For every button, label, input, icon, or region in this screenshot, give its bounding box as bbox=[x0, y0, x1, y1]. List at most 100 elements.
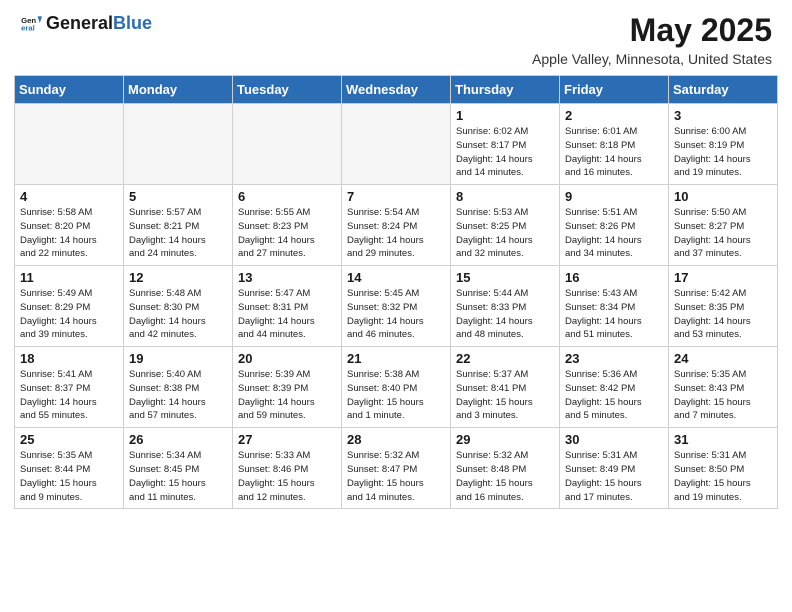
logo-blue-text: Blue bbox=[113, 13, 152, 33]
day-info: Sunrise: 5:43 AMSunset: 8:34 PMDaylight:… bbox=[565, 287, 663, 342]
day-number: 9 bbox=[565, 189, 663, 204]
title-block: May 2025 Apple Valley, Minnesota, United… bbox=[532, 12, 772, 67]
day-number: 13 bbox=[238, 270, 336, 285]
day-cell: 7 Sunrise: 5:54 AMSunset: 8:24 PMDaylight… bbox=[342, 185, 451, 266]
logo-icon: Gen eral bbox=[20, 12, 42, 34]
week-row-2: 4 Sunrise: 5:58 AMSunset: 8:20 PMDaylight… bbox=[15, 185, 778, 266]
day-info: Sunrise: 5:41 AMSunset: 8:37 PMDaylight:… bbox=[20, 368, 118, 423]
day-cell: 2 Sunrise: 6:01 AMSunset: 8:18 PMDaylight… bbox=[560, 104, 669, 185]
week-row-1: 1 Sunrise: 6:02 AMSunset: 8:17 PMDaylight… bbox=[15, 104, 778, 185]
logo-general-text: General bbox=[46, 13, 113, 33]
day-info: Sunrise: 5:50 AMSunset: 8:27 PMDaylight:… bbox=[674, 206, 772, 261]
day-number: 28 bbox=[347, 432, 445, 447]
day-info: Sunrise: 5:38 AMSunset: 8:40 PMDaylight:… bbox=[347, 368, 445, 423]
day-info: Sunrise: 5:35 AMSunset: 8:43 PMDaylight:… bbox=[674, 368, 772, 423]
day-number: 23 bbox=[565, 351, 663, 366]
day-info: Sunrise: 5:51 AMSunset: 8:26 PMDaylight:… bbox=[565, 206, 663, 261]
day-info: Sunrise: 5:31 AMSunset: 8:50 PMDaylight:… bbox=[674, 449, 772, 504]
day-cell: 27Sunrise: 5:33 AMSunset: 8:46 PMDayligh… bbox=[233, 428, 342, 509]
day-cell: 12Sunrise: 5:48 AMSunset: 8:30 PMDayligh… bbox=[124, 266, 233, 347]
weekday-header-sunday: Sunday bbox=[15, 76, 124, 104]
day-number: 24 bbox=[674, 351, 772, 366]
day-cell: 9 Sunrise: 5:51 AMSunset: 8:26 PMDaylight… bbox=[560, 185, 669, 266]
day-info: Sunrise: 5:42 AMSunset: 8:35 PMDaylight:… bbox=[674, 287, 772, 342]
day-cell: 19Sunrise: 5:40 AMSunset: 8:38 PMDayligh… bbox=[124, 347, 233, 428]
day-number: 25 bbox=[20, 432, 118, 447]
weekday-header-monday: Monday bbox=[124, 76, 233, 104]
day-number: 16 bbox=[565, 270, 663, 285]
day-info: Sunrise: 5:36 AMSunset: 8:42 PMDaylight:… bbox=[565, 368, 663, 423]
day-cell: 3 Sunrise: 6:00 AMSunset: 8:19 PMDaylight… bbox=[669, 104, 778, 185]
month-year-title: May 2025 bbox=[532, 12, 772, 49]
day-cell: 14 Sunrise: 5:45 AMSunset: 8:32 PMDayligh… bbox=[342, 266, 451, 347]
day-number: 21 bbox=[347, 351, 445, 366]
day-cell: 24 Sunrise: 5:35 AMSunset: 8:43 PMDayligh… bbox=[669, 347, 778, 428]
day-number: 18 bbox=[20, 351, 118, 366]
day-number: 10 bbox=[674, 189, 772, 204]
day-cell bbox=[124, 104, 233, 185]
day-cell: 26 Sunrise: 5:34 AMSunset: 8:45 PMDayligh… bbox=[124, 428, 233, 509]
day-cell bbox=[15, 104, 124, 185]
day-info: Sunrise: 5:55 AMSunset: 8:23 PMDaylight:… bbox=[238, 206, 336, 261]
week-row-3: 11 Sunrise: 5:49 AMSunset: 8:29 PMDayligh… bbox=[15, 266, 778, 347]
day-info: Sunrise: 5:57 AMSunset: 8:21 PMDaylight:… bbox=[129, 206, 227, 261]
day-cell: 23 Sunrise: 5:36 AMSunset: 8:42 PMDayligh… bbox=[560, 347, 669, 428]
day-cell: 18 Sunrise: 5:41 AMSunset: 8:37 PMDayligh… bbox=[15, 347, 124, 428]
day-info: Sunrise: 5:34 AMSunset: 8:45 PMDaylight:… bbox=[129, 449, 227, 504]
day-number: 14 bbox=[347, 270, 445, 285]
day-number: 8 bbox=[456, 189, 554, 204]
weekday-header-tuesday: Tuesday bbox=[233, 76, 342, 104]
day-info: Sunrise: 5:47 AMSunset: 8:31 PMDaylight:… bbox=[238, 287, 336, 342]
day-number: 4 bbox=[20, 189, 118, 204]
day-cell: 30 Sunrise: 5:31 AMSunset: 8:49 PMDayligh… bbox=[560, 428, 669, 509]
day-number: 2 bbox=[565, 108, 663, 123]
day-number: 19 bbox=[129, 351, 227, 366]
day-info: Sunrise: 5:35 AMSunset: 8:44 PMDaylight:… bbox=[20, 449, 118, 504]
weekday-header-saturday: Saturday bbox=[669, 76, 778, 104]
day-cell bbox=[342, 104, 451, 185]
day-number: 26 bbox=[129, 432, 227, 447]
day-cell: 10 Sunrise: 5:50 AMSunset: 8:27 PMDayligh… bbox=[669, 185, 778, 266]
weekday-header-friday: Friday bbox=[560, 76, 669, 104]
day-info: Sunrise: 5:48 AMSunset: 8:30 PMDaylight:… bbox=[129, 287, 227, 342]
day-info: Sunrise: 5:31 AMSunset: 8:49 PMDaylight:… bbox=[565, 449, 663, 504]
day-info: Sunrise: 6:00 AMSunset: 8:19 PMDaylight:… bbox=[674, 125, 772, 180]
day-info: Sunrise: 5:49 AMSunset: 8:29 PMDaylight:… bbox=[20, 287, 118, 342]
day-number: 15 bbox=[456, 270, 554, 285]
day-cell: 21 Sunrise: 5:38 AMSunset: 8:40 PMDayligh… bbox=[342, 347, 451, 428]
day-number: 22 bbox=[456, 351, 554, 366]
day-number: 1 bbox=[456, 108, 554, 123]
day-number: 6 bbox=[238, 189, 336, 204]
day-number: 11 bbox=[20, 270, 118, 285]
svg-text:eral: eral bbox=[21, 24, 35, 33]
day-cell: 15 Sunrise: 5:44 AMSunset: 8:33 PMDayligh… bbox=[451, 266, 560, 347]
day-number: 17 bbox=[674, 270, 772, 285]
day-info: Sunrise: 6:01 AMSunset: 8:18 PMDaylight:… bbox=[565, 125, 663, 180]
day-cell: 20Sunrise: 5:39 AMSunset: 8:39 PMDayligh… bbox=[233, 347, 342, 428]
day-info: Sunrise: 5:39 AMSunset: 8:39 PMDaylight:… bbox=[238, 368, 336, 423]
week-row-5: 25 Sunrise: 5:35 AMSunset: 8:44 PMDayligh… bbox=[15, 428, 778, 509]
day-info: Sunrise: 5:33 AMSunset: 8:46 PMDaylight:… bbox=[238, 449, 336, 504]
day-info: Sunrise: 6:02 AMSunset: 8:17 PMDaylight:… bbox=[456, 125, 554, 180]
day-number: 7 bbox=[347, 189, 445, 204]
day-cell: 28Sunrise: 5:32 AMSunset: 8:47 PMDayligh… bbox=[342, 428, 451, 509]
day-info: Sunrise: 5:32 AMSunset: 8:48 PMDaylight:… bbox=[456, 449, 554, 504]
day-number: 31 bbox=[674, 432, 772, 447]
weekday-header-wednesday: Wednesday bbox=[342, 76, 451, 104]
day-cell: 29 Sunrise: 5:32 AMSunset: 8:48 PMDayligh… bbox=[451, 428, 560, 509]
day-number: 3 bbox=[674, 108, 772, 123]
logo: Gen eral GeneralBlue bbox=[20, 12, 152, 34]
day-cell: 17 Sunrise: 5:42 AMSunset: 8:35 PMDayligh… bbox=[669, 266, 778, 347]
day-info: Sunrise: 5:58 AMSunset: 8:20 PMDaylight:… bbox=[20, 206, 118, 261]
day-cell: 1 Sunrise: 6:02 AMSunset: 8:17 PMDaylight… bbox=[451, 104, 560, 185]
day-info: Sunrise: 5:45 AMSunset: 8:32 PMDaylight:… bbox=[347, 287, 445, 342]
day-cell: 25 Sunrise: 5:35 AMSunset: 8:44 PMDayligh… bbox=[15, 428, 124, 509]
day-info: Sunrise: 5:54 AMSunset: 8:24 PMDaylight:… bbox=[347, 206, 445, 261]
day-number: 5 bbox=[129, 189, 227, 204]
day-number: 29 bbox=[456, 432, 554, 447]
day-info: Sunrise: 5:44 AMSunset: 8:33 PMDaylight:… bbox=[456, 287, 554, 342]
day-cell: 31 Sunrise: 5:31 AMSunset: 8:50 PMDayligh… bbox=[669, 428, 778, 509]
calendar-table: SundayMondayTuesdayWednesdayThursdayFrid… bbox=[14, 75, 778, 509]
day-number: 30 bbox=[565, 432, 663, 447]
weekday-header-thursday: Thursday bbox=[451, 76, 560, 104]
